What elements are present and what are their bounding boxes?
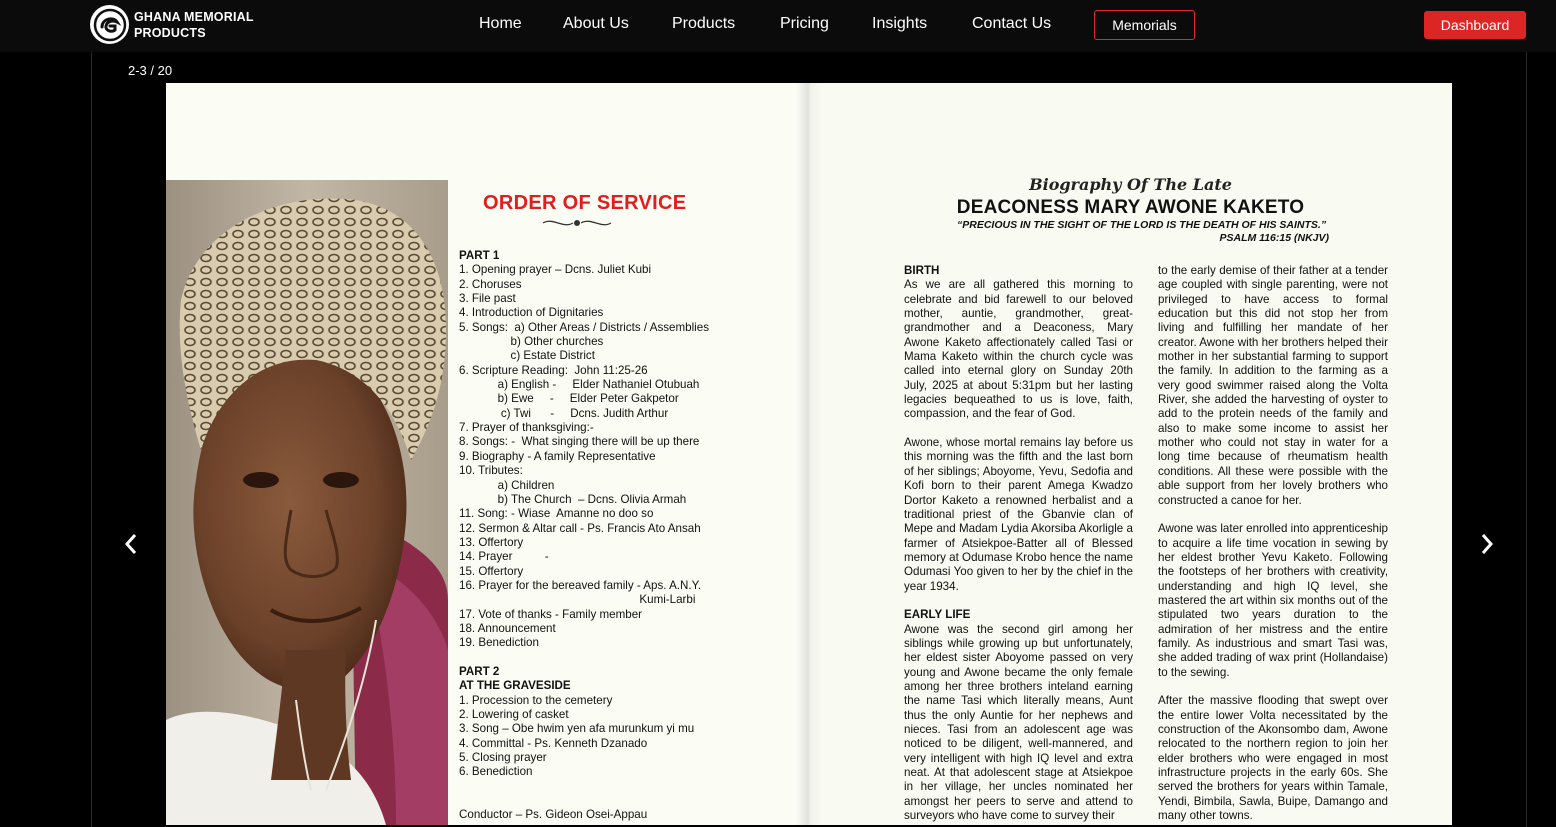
order-of-service-list: PART 1 1. Opening prayer – Dcns. Juliet K… (459, 249, 709, 823)
service-item: 9. Biography - A family Representative (459, 449, 656, 463)
service-item: 3. File past (459, 292, 516, 306)
scripture-quote: “PRECIOUS IN THE SIGHT OF THE LORD IS TH… (957, 219, 1327, 231)
nav-contact[interactable]: Contact Us (972, 15, 1051, 33)
part-2-items: 1. Procession to the cemetery 2. Lowering… (459, 694, 709, 780)
service-item: Kumi-Larbi (459, 593, 696, 607)
conductor-line: Conductor – Ps. Gideon Osei-Appau (459, 808, 648, 822)
col2-paragraph-1: to the early demise of their father at a… (1158, 264, 1388, 507)
top-nav: GHANA MEMORIAL PRODUCTS Home About Us Pr… (0, 0, 1556, 52)
birth-paragraph-1: As we are all gathered this morning to c… (904, 278, 1133, 421)
scripture-reference: PSALM 116:15 (NKJV) (1219, 232, 1329, 244)
biography-column-2: to the early demise of their father at a… (1158, 264, 1388, 825)
service-item: 16. Prayer for the bereaved family - Aps… (459, 578, 702, 592)
service-item: b) The Church – Dcns. Olivia Armah (459, 492, 687, 506)
brand-name[interactable]: GHANA MEMORIAL PRODUCTS (134, 9, 254, 41)
deceased-name: DEACONESS MARY AWONE KAKETO (956, 197, 1305, 218)
brand-line-1: GHANA MEMORIAL (134, 10, 254, 24)
service-item: c) Estate District (459, 349, 595, 363)
service-item: 3. Song – Obe hwim yen afa murunkum yi m… (459, 722, 695, 736)
col2-paragraph-3: After the massive flooding that swept ov… (1158, 694, 1388, 823)
service-item: 1. Opening prayer – Dcns. Juliet Kubi (459, 263, 652, 277)
birth-heading: BIRTH (904, 264, 940, 277)
nav-products[interactable]: Products (672, 15, 735, 33)
service-item: 13. Offertory (459, 535, 524, 549)
graveside-heading: AT THE GRAVESIDE (459, 679, 571, 693)
order-of-service-title: ORDER OF SERVICE (483, 192, 687, 214)
service-item: 17. Vote of thanks - Family member (459, 607, 642, 621)
service-item: 14. Prayer - (459, 550, 549, 564)
service-item: 2. Choruses (459, 277, 522, 291)
service-item: 1. Procession to the cemetery (459, 693, 613, 707)
portrait-photo (166, 180, 448, 825)
chevron-right-icon[interactable] (1477, 530, 1497, 558)
service-item: 8. Songs: - What singing there will be u… (459, 435, 700, 449)
service-item: 15. Offertory (459, 564, 524, 578)
service-item: 10. Tributes: (459, 464, 523, 478)
service-item: c) Twi - Dcns. Judith Arthur (459, 406, 669, 420)
page-order-of-service: ORDER OF SERVICE PART 1 1. Opening prayer… (166, 83, 809, 825)
service-item: 6. Scripture Reading: John 11:25-26 (459, 363, 648, 377)
page-counter: 2-3 / 20 (128, 63, 173, 78)
page-fold-shadow (796, 83, 822, 825)
nav-home[interactable]: Home (479, 15, 522, 33)
col2-paragraph-2: Awone was later enrolled into apprentice… (1158, 522, 1388, 679)
service-item: 11. Song: - Wiase Amanne no doo so (459, 507, 654, 521)
nav-about[interactable]: About Us (563, 15, 629, 33)
service-item: 2. Lowering of casket (459, 708, 569, 721)
biography-script-title: Biography Of The Late (1029, 175, 1232, 194)
page-biography: Biography Of The Late DEACONESS MARY AWO… (809, 83, 1452, 825)
birth-paragraph-2: Awone, whose mortal remains lay before u… (904, 436, 1133, 593)
service-item: 19. Benediction (459, 636, 539, 650)
brochure-spread: ORDER OF SERVICE PART 1 1. Opening prayer… (166, 83, 1452, 825)
service-item: b) Ewe - Elder Peter Gakpetor (459, 392, 679, 406)
part-1-heading: PART 1 (459, 249, 500, 262)
service-item: 4. Introduction of Dignitaries (459, 306, 604, 320)
service-item: 6. Benediction (459, 765, 533, 779)
flourish-ornament-icon (541, 216, 613, 234)
biography-column-1: BIRTH As we are all gathered this mornin… (904, 264, 1133, 825)
service-item: a) Children (459, 478, 555, 492)
memorial-logo-icon[interactable] (90, 5, 129, 44)
service-item: 5. Songs: a) Other Areas / Districts / A… (459, 320, 710, 334)
memorials-button[interactable]: Memorials (1094, 10, 1195, 40)
service-item: 12. Sermon & Altar call - Ps. Francis At… (459, 521, 701, 535)
dashboard-button[interactable]: Dashboard (1424, 11, 1526, 39)
brand-line-2: PRODUCTS (134, 26, 206, 40)
service-item: 5. Closing prayer (459, 751, 547, 765)
nav-pricing[interactable]: Pricing (780, 15, 829, 33)
service-item: 4. Committal - Ps. Kenneth Dzanado (459, 736, 648, 750)
nav-insights[interactable]: Insights (872, 15, 927, 33)
chevron-left-icon[interactable] (121, 530, 141, 558)
service-item: b) Other churches (459, 335, 604, 349)
part-1-items: 1. Opening prayer – Dcns. Juliet Kubi 2. … (459, 263, 709, 650)
early-life-heading: EARLY LIFE (904, 608, 971, 622)
part-2-heading: PART 2 (459, 664, 500, 678)
service-item: a) English - Elder Nathaniel Otubuah (459, 378, 700, 392)
early-life-paragraph-1: Awone was the second girl among her sibl… (904, 622, 1133, 823)
service-item: 7. Prayer of thanksgiving:- (459, 421, 594, 435)
service-item: 18. Announcement (459, 621, 556, 635)
